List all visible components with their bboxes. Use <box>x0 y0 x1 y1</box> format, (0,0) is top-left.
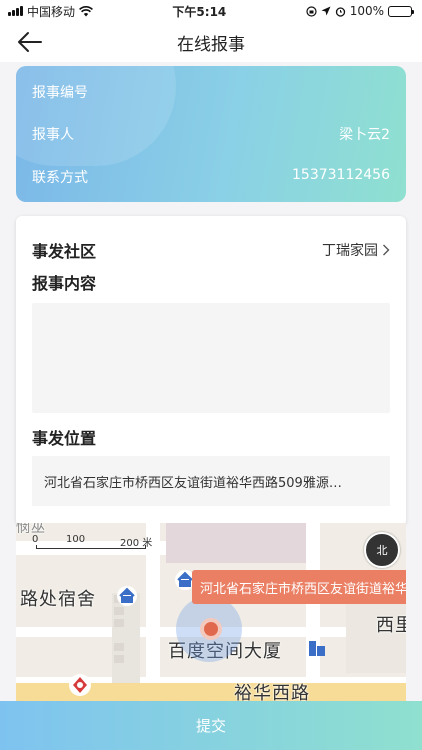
reporter-label: 报事人 <box>32 127 74 143</box>
signal-icon <box>8 6 23 16</box>
reporter-value: 梁卜云2 <box>339 127 390 143</box>
submit-button[interactable]: 提交 <box>0 701 422 750</box>
card-decoration <box>16 66 176 166</box>
nav-bar: 在线报事 <box>0 22 422 62</box>
map-label-dormitory: 路处宿舍 <box>20 589 96 610</box>
arrow-left-icon[interactable] <box>14 28 44 56</box>
alarm-icon <box>335 6 345 17</box>
carrier-name: 中国移动 <box>27 4 76 19</box>
community-value: 丁瑞家园 <box>322 243 378 259</box>
battery-icon <box>388 5 414 17</box>
contact-row: 联系方式 15373112456 <box>32 167 390 187</box>
content-label: 报事内容 <box>32 274 97 293</box>
location-arrow-icon <box>321 6 331 16</box>
location-field[interactable]: 河北省石家庄市桥西区友谊街道裕华西路509雅源… <box>32 456 390 506</box>
location-pin-icon[interactable] <box>200 618 222 640</box>
community-label: 事发社区 <box>32 242 97 261</box>
scale-label-100: 100 <box>66 534 86 545</box>
battery-percent: 100% <box>349 4 384 18</box>
community-selector[interactable]: 丁瑞家园 <box>322 240 390 260</box>
scale-label-0: 0 <box>32 534 39 545</box>
map-label-top: 悯巫 <box>16 523 46 536</box>
home-poi-icon[interactable] <box>116 585 138 607</box>
building-poi-icon[interactable] <box>306 637 328 659</box>
map-address-callout[interactable]: 河北省石家庄市桥西区友谊街道裕华西路 <box>192 570 406 604</box>
chevron-right-icon <box>383 244 390 256</box>
contact-label: 联系方式 <box>32 170 88 186</box>
compass-icon[interactable]: 北 <box>364 532 400 568</box>
contact-value: 15373112456 <box>292 167 390 183</box>
status-bar: 中国移动 下午5:14 100% <box>0 0 422 22</box>
status-time: 下午5:14 <box>172 4 227 19</box>
content-textarea[interactable] <box>32 303 390 413</box>
report-number-row: 报事编号 <box>32 82 390 102</box>
location-label: 事发位置 <box>32 429 97 448</box>
wifi-icon <box>79 5 93 16</box>
compass-label: 北 <box>376 544 388 557</box>
rotation-lock-icon <box>306 5 317 17</box>
report-number-label: 报事编号 <box>32 85 88 101</box>
bank-poi-icon[interactable] <box>68 673 92 697</box>
scale-bar <box>36 545 146 549</box>
page-title: 在线报事 <box>177 34 245 55</box>
map-label-road: 裕华西路 <box>234 683 310 703</box>
map-label-west: 西里 <box>376 615 406 636</box>
report-form-card: 事发社区 丁瑞家园 报事内容 事发位置 河北省石家庄市桥西区友谊街道裕华西路50… <box>16 216 406 526</box>
reporter-info-card: 报事编号 报事人 梁卜云2 联系方式 15373112456 <box>16 66 406 202</box>
reporter-row: 报事人 梁卜云2 <box>32 124 390 144</box>
